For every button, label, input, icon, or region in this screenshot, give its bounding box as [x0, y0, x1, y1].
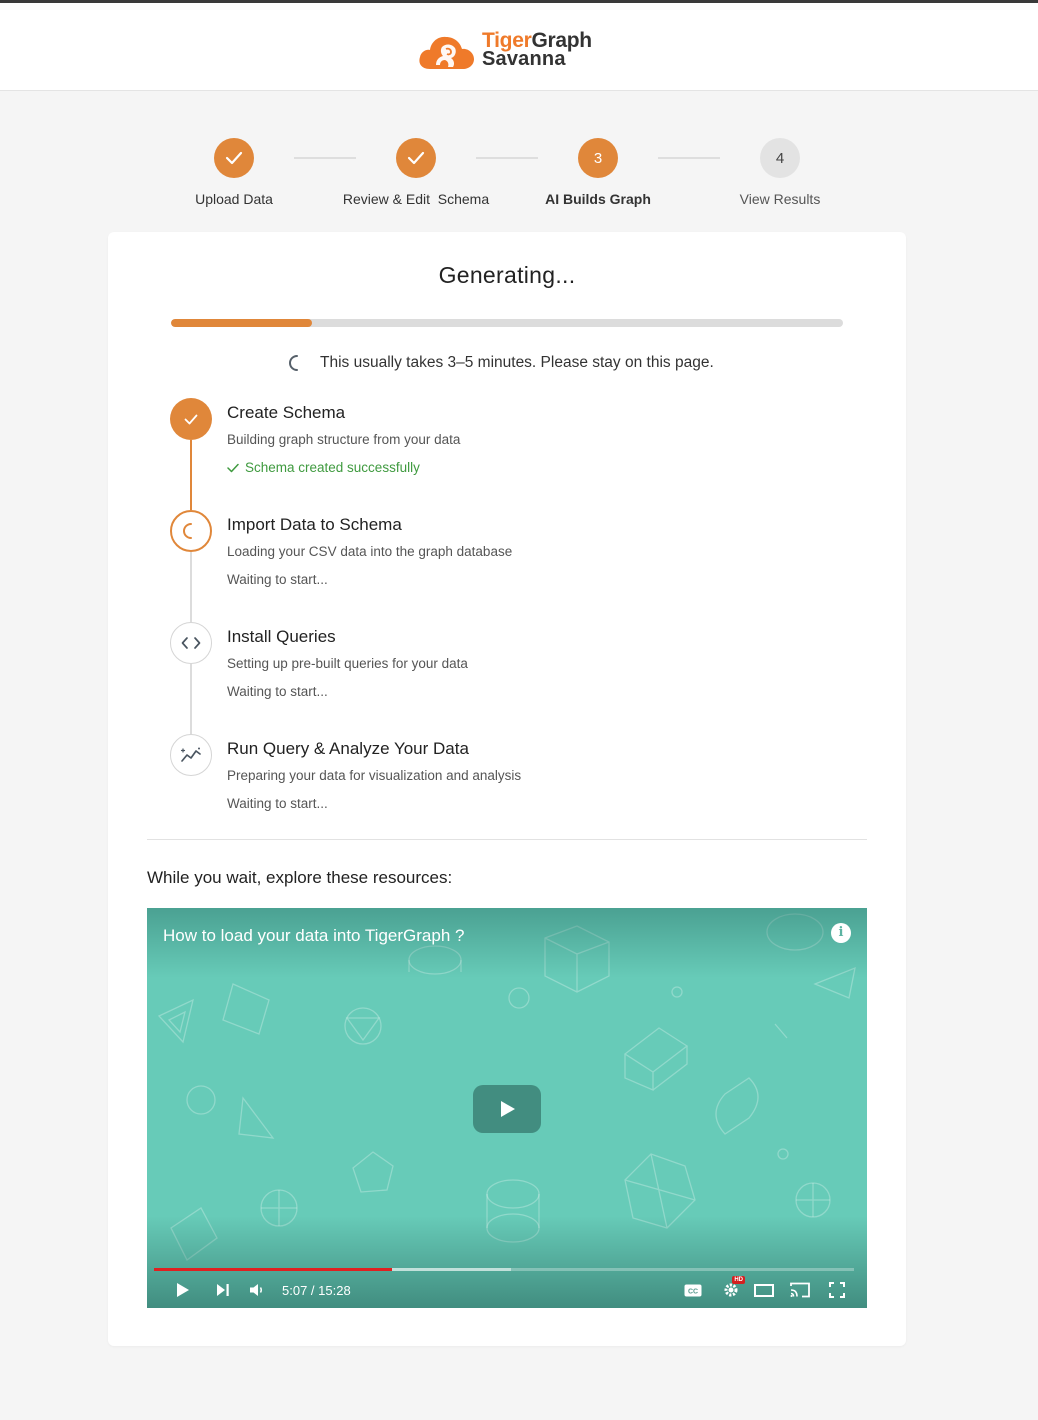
- video-captions-control[interactable]: CC: [683, 1280, 703, 1300]
- hd-badge: HD: [732, 1276, 745, 1284]
- logo-text-savanna: Savanna: [482, 48, 566, 70]
- step-view-results: 4 View Results: [700, 138, 860, 207]
- loading-spinner-icon: [183, 523, 192, 539]
- step-label: Upload Data: [195, 191, 273, 207]
- task-description: Building graph structure from your data: [227, 432, 461, 447]
- video-played: [154, 1268, 392, 1271]
- step-2-complete-badge: [396, 138, 436, 178]
- video-progress-bar[interactable]: [154, 1268, 854, 1271]
- play-icon: [501, 1101, 515, 1117]
- analytics-icon: [180, 747, 201, 762]
- step-upload-data: Upload Data: [154, 138, 314, 207]
- video-next-control[interactable]: [213, 1280, 233, 1300]
- generating-title: Generating...: [438, 262, 576, 288]
- gear-icon: [724, 1283, 738, 1297]
- svg-text:CC: CC: [688, 1288, 698, 1295]
- fullscreen-icon: [829, 1282, 845, 1298]
- timeline-connector-complete: [190, 440, 192, 510]
- video-play-button[interactable]: [473, 1085, 541, 1133]
- check-icon: [407, 151, 425, 165]
- video-time: 5:07 / 15:28: [282, 1283, 351, 1298]
- volume-icon: [250, 1284, 262, 1296]
- loading-spinner-icon: [289, 355, 298, 371]
- task-description: Preparing your data for visualization an…: [227, 768, 522, 783]
- task-description: Setting up pre-built queries for your da…: [227, 656, 468, 671]
- top-bar: TigerGraph Savanna: [0, 0, 1038, 91]
- task-import-data: Import Data to Schema Loading your CSV d…: [227, 514, 512, 589]
- task-install-queries: Install Queries Setting up pre-built que…: [227, 626, 468, 701]
- video-play-control[interactable]: [173, 1280, 193, 1300]
- video-cast-control[interactable]: [789, 1280, 811, 1300]
- duration-hint: This usually takes 3–5 minutes. Please s…: [288, 352, 714, 374]
- task-status-text: Waiting to start...: [227, 796, 328, 811]
- step-review-schema: Review & Edit Schema: [336, 138, 496, 207]
- task-create-schema: Create Schema Building graph structure f…: [227, 402, 460, 477]
- task-run-query: Run Query & Analyze Your Data Preparing …: [227, 738, 521, 813]
- theater-mode-icon: [754, 1283, 774, 1297]
- task-status-text: Waiting to start...: [227, 684, 328, 699]
- task-description: Loading your CSV data into the graph dat…: [227, 544, 513, 559]
- task-title: Import Data to Schema: [227, 515, 402, 534]
- video-title[interactable]: How to load your data into TigerGraph ?: [163, 926, 464, 946]
- video-fullscreen-control[interactable]: [827, 1280, 847, 1300]
- step-number-badge: 3: [578, 138, 618, 178]
- task-title: Install Queries: [227, 627, 336, 646]
- task-success-message: Schema created successfully: [227, 459, 460, 477]
- timeline-connector: [190, 552, 192, 622]
- tiger-cloud-logo-icon: [419, 36, 474, 69]
- step-1-complete-badge: [214, 138, 254, 178]
- step-number-badge: 4: [760, 138, 800, 178]
- resources-heading: While you wait, explore these resources:: [147, 868, 453, 887]
- step-label: AI Builds Graph: [545, 191, 651, 207]
- check-icon: [225, 151, 243, 165]
- duration-hint-text: This usually takes 3–5 minutes. Please s…: [320, 354, 714, 371]
- wizard-stepper: Upload Data Review & Edit Schema 3 AI Bu…: [0, 138, 1038, 218]
- task-status-text: Waiting to start...: [227, 572, 328, 587]
- task-title: Create Schema: [227, 403, 346, 422]
- step-label: View Results: [739, 191, 821, 207]
- step-ai-builds-graph: 3 AI Builds Graph: [518, 138, 678, 207]
- task-title: Run Query & Analyze Your Data: [227, 739, 469, 758]
- timeline-connector: [190, 664, 192, 734]
- build-task-timeline: Create Schema Building graph structure f…: [170, 398, 870, 828]
- cast-icon: [790, 1282, 810, 1298]
- task-create-schema-status: [170, 398, 212, 440]
- next-icon: [217, 1284, 229, 1296]
- closed-captions-icon: CC: [684, 1284, 702, 1296]
- play-icon: [177, 1283, 189, 1297]
- tutorial-video-player[interactable]: How to load your data into TigerGraph ? …: [147, 908, 867, 1308]
- tigergraph-savanna-logo[interactable]: TigerGraph Savanna: [418, 27, 608, 75]
- video-theater-control[interactable]: [753, 1280, 775, 1300]
- generation-card: Generating... This usually takes 3–5 min…: [108, 232, 906, 1346]
- task-run-query-status: [170, 734, 212, 776]
- progress-fill: [171, 319, 313, 327]
- step-label: Review & Edit Schema: [342, 191, 490, 207]
- info-icon[interactable]: i: [831, 923, 851, 943]
- section-divider: [147, 839, 867, 840]
- task-import-data-status: [170, 510, 212, 552]
- video-settings-control[interactable]: HD: [721, 1276, 745, 1300]
- task-status-text: Schema created successfully: [245, 460, 420, 475]
- code-icon: [181, 637, 201, 649]
- generation-progress-bar: [171, 319, 843, 327]
- small-check-icon: [227, 463, 239, 473]
- task-install-queries-status: [170, 622, 212, 664]
- video-volume-control[interactable]: [247, 1280, 267, 1300]
- check-icon: [184, 414, 198, 424]
